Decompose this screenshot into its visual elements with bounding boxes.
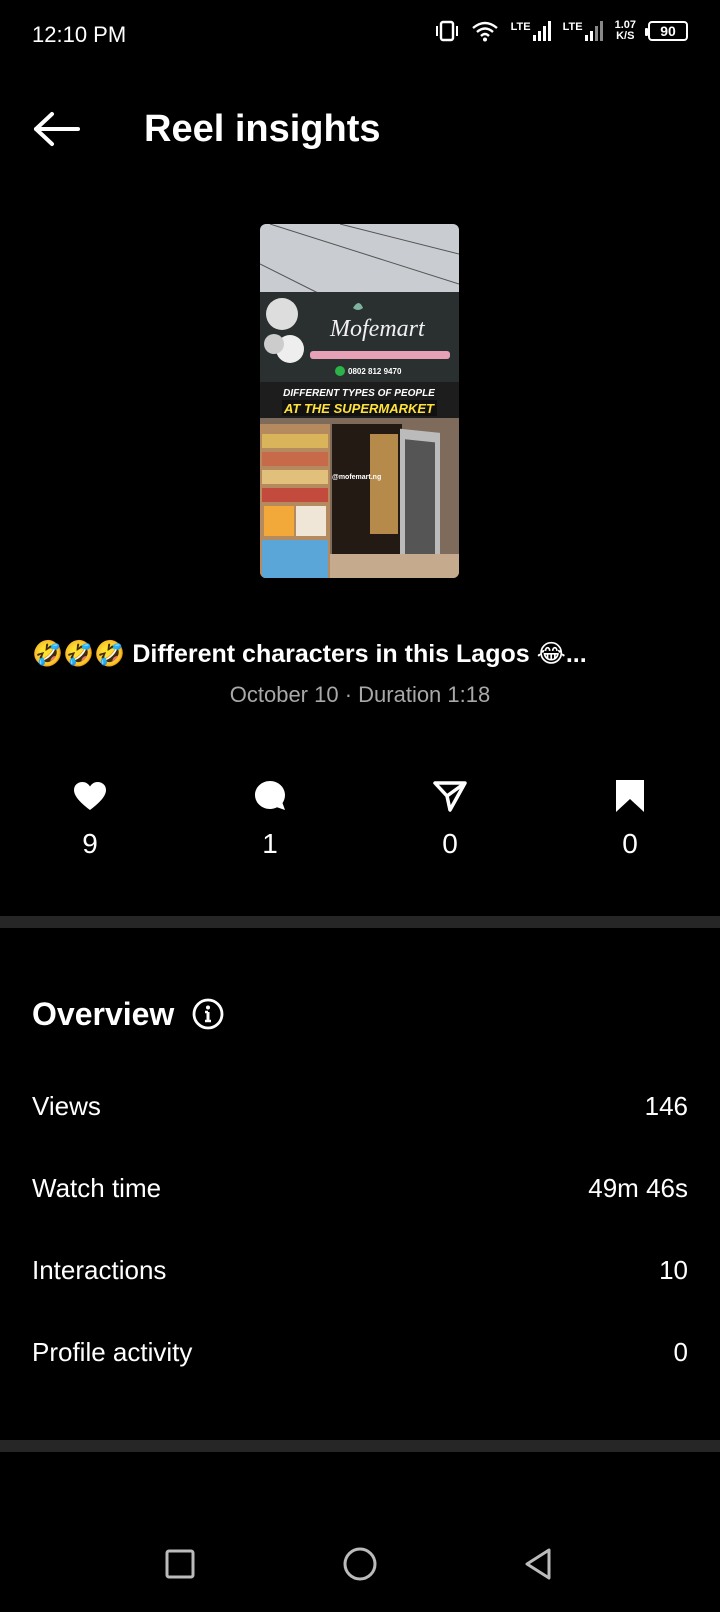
reel-caption: 🤣🤣🤣 Different characters in this Lagos 😂… <box>32 640 587 668</box>
row-value: 146 <box>644 1090 688 1121</box>
comments-count: 1 <box>262 828 278 859</box>
overview-row-profile-activity[interactable]: Profile activity 0 <box>32 1332 688 1372</box>
nav-back-button[interactable] <box>516 1542 560 1586</box>
battery-indicator: 90 <box>645 21 688 41</box>
reel-meta: October 10 · Duration 1:18 <box>229 682 491 707</box>
system-nav-bar <box>0 1512 720 1612</box>
row-label: Watch time <box>32 1172 162 1203</box>
row-label: Interactions <box>32 1254 167 1285</box>
triangle-back-icon <box>525 1548 551 1580</box>
engagement-stats: 9 1 0 0 <box>0 776 720 876</box>
thumb-overlay-line1: DIFFERENT TYPES OF PEOPLE <box>283 388 435 399</box>
back-button[interactable] <box>26 104 86 154</box>
overview-row-watch-time[interactable]: Watch time 49m 46s <box>32 1168 688 1208</box>
square-icon <box>165 1549 195 1579</box>
home-button[interactable] <box>338 1542 382 1586</box>
thumb-overlay-line2: AT THE SUPERMARKET <box>283 401 435 416</box>
vibrate-icon <box>435 20 458 42</box>
overview-row-interactions[interactable]: Interactions 10 <box>32 1250 688 1290</box>
row-value: 10 <box>659 1254 688 1285</box>
overview-title: Overview <box>32 996 175 1032</box>
stat-likes: 9 <box>40 776 140 862</box>
network-speed: 1.07 K/S <box>614 19 636 42</box>
thumb-shop-name: Mofemart <box>329 316 426 342</box>
likes-count: 9 <box>82 828 98 859</box>
bookmark-icon <box>616 780 644 812</box>
row-label: Views <box>32 1090 101 1121</box>
thumb-handle: @mofemart.ng <box>332 474 381 481</box>
arrow-left-icon <box>34 112 80 146</box>
status-time: 12:10 PM <box>32 22 127 47</box>
signal-lte-2: LTE <box>563 21 603 41</box>
signal-bars-icon <box>584 21 603 41</box>
saves-count: 0 <box>622 828 638 859</box>
stat-saves: 0 <box>580 776 680 862</box>
stat-comments: 1 <box>220 776 320 862</box>
status-icons: LTE LTE 1.07 K/S 90 <box>435 20 688 42</box>
section-divider <box>0 1440 720 1452</box>
comment-icon <box>255 781 285 810</box>
reel-thumbnail-image: Mofemart 0802 812 9470 DIFFERENT TYPES O… <box>260 224 459 578</box>
section-divider <box>0 916 720 928</box>
recents-button[interactable] <box>158 1542 202 1586</box>
header: Reel insights <box>0 90 720 170</box>
signal-lte-1: LTE <box>511 21 551 41</box>
row-value: 0 <box>673 1336 688 1367</box>
stat-shares: 0 <box>400 776 500 862</box>
circle-icon <box>343 1547 377 1581</box>
overview-row-views[interactable]: Views 146 <box>32 1086 688 1126</box>
info-icon[interactable] <box>192 998 224 1030</box>
shares-count: 0 <box>442 828 458 859</box>
thumb-phone: 0802 812 9470 <box>348 367 402 376</box>
signal-bars-icon <box>532 21 551 41</box>
row-label: Profile activity <box>32 1336 193 1367</box>
row-value: 49m 46s <box>588 1172 688 1203</box>
status-bar: 12:10 PM LTE LTE 1.07 K/S 90 <box>0 0 720 72</box>
heart-icon <box>74 782 106 810</box>
share-icon <box>433 781 467 812</box>
wifi-icon <box>471 21 498 42</box>
reel-thumbnail[interactable]: Mofemart 0802 812 9470 DIFFERENT TYPES O… <box>260 224 459 578</box>
overview-section-title: Overview <box>32 992 224 1036</box>
page-title: Reel insights <box>144 108 381 150</box>
